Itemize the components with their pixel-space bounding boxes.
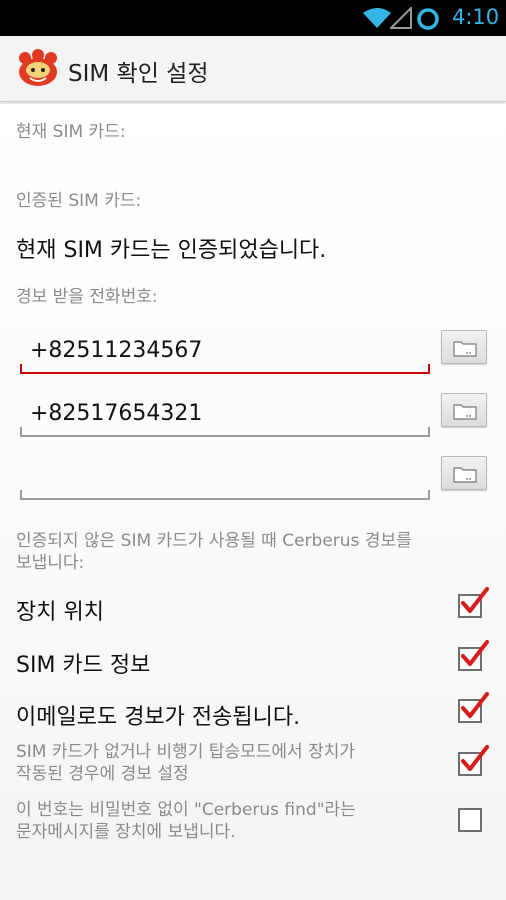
check-mark-icon <box>461 745 489 771</box>
contact-picker-button-3[interactable] <box>441 456 487 490</box>
checkbox-cerberus-find-sms[interactable] <box>458 808 482 832</box>
page-title: SIM 확인 설정 <box>68 61 209 87</box>
check-mark-icon <box>461 692 489 718</box>
checkbox-no-sim-airplane-alert[interactable] <box>458 745 489 776</box>
settings-content: 현재 SIM 카드: 인증된 SIM 카드: 현재 SIM 카드는 인증되었습니… <box>0 104 506 900</box>
wifi-icon <box>363 8 391 28</box>
status-clock: 4:10 <box>452 5 500 29</box>
folder-icon <box>453 341 477 357</box>
option-label: 장치 위치 <box>16 600 104 625</box>
sync-icon <box>417 8 439 30</box>
option-no-sim-airplane-alert[interactable]: SIM 카드가 없거나 비행기 탑승모드에서 장치가 작동된 경우에 경보 설정 <box>0 740 506 790</box>
contact-picker-button-2[interactable] <box>441 393 487 427</box>
phone-number-value-2: +82517654321 <box>30 401 203 426</box>
option-device-location[interactable]: 장치 위치 <box>0 587 506 636</box>
option-email-alert[interactable]: 이메일로도 경보가 전송됩니다. <box>0 692 506 741</box>
folder-icon <box>453 467 477 483</box>
folder-icon <box>453 404 477 420</box>
checkbox-email-alert[interactable] <box>458 692 489 723</box>
option-label: 이메일로도 경보가 전송됩니다. <box>16 705 301 730</box>
checkbox-device-location[interactable] <box>458 587 489 618</box>
signal-icon <box>390 7 412 29</box>
phone-number-field-2[interactable]: +82517654321 <box>20 391 430 437</box>
phone-number-field-3[interactable] <box>20 454 430 500</box>
option-label: SIM 카드 정보 <box>16 653 151 678</box>
option-label: SIM 카드가 없거나 비행기 탑승모드에서 장치가 작동된 경우에 경보 설정 <box>16 742 356 784</box>
status-bar: 4:10 <box>0 0 506 36</box>
current-sim-label: 현재 SIM 카드: <box>16 122 126 142</box>
phone-number-value-1: +82511234567 <box>30 338 203 363</box>
alert-description: 인증되지 않은 SIM 카드가 사용될 때 Cerberus 경보를 보냅니다: <box>16 531 412 573</box>
check-mark-icon <box>461 587 489 613</box>
option-sim-card-info[interactable]: SIM 카드 정보 <box>0 640 506 689</box>
checkbox-sim-card-info[interactable] <box>458 640 489 671</box>
sim-status-text: 현재 SIM 카드는 인증되었습니다. <box>16 238 327 263</box>
phone-number-field-1[interactable]: +82511234567 <box>20 328 430 374</box>
contact-picker-button-1[interactable] <box>441 330 487 364</box>
check-mark-icon <box>461 640 489 666</box>
alert-phone-label: 경보 받을 전화번호: <box>16 287 158 307</box>
option-label: 이 번호는 비밀번호 없이 "Cerberus find"라는 문자메시지를 장… <box>16 800 356 842</box>
action-bar: SIM 확인 설정 <box>0 36 506 102</box>
cerberus-logo-icon[interactable] <box>16 48 60 88</box>
authorized-sim-label: 인증된 SIM 카드: <box>16 191 142 211</box>
option-cerberus-find-sms[interactable]: 이 번호는 비밀번호 없이 "Cerberus find"라는 문자메시지를 장… <box>0 798 506 848</box>
